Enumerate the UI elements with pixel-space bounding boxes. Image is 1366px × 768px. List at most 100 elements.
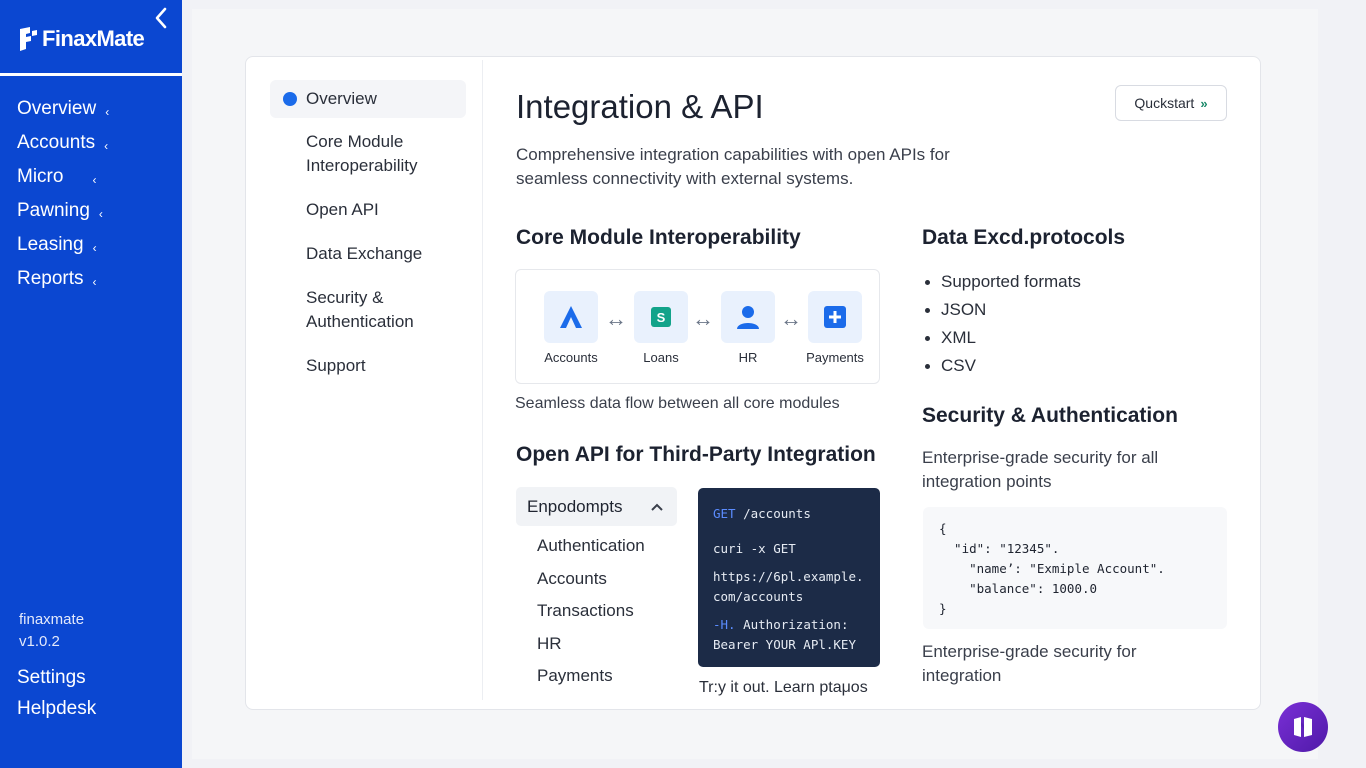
assistant-fab-button[interactable] [1278, 702, 1328, 752]
accounts-logo-icon [544, 291, 598, 343]
brand-logo[interactable]: FinaxMate [17, 25, 145, 53]
open-api-heading: Open API for Third-Party Integration [516, 443, 876, 466]
section-nav-support[interactable]: Support [270, 354, 466, 378]
page-title: Integration & API [516, 88, 764, 125]
section-nav-overview[interactable]: Overview [270, 80, 466, 118]
sidebar-item-reports[interactable]: Reports ‹ [17, 262, 177, 296]
sidebar-item-accounts[interactable]: Accounts ‹ [17, 126, 177, 160]
svg-text:S: S [657, 310, 666, 325]
caret-icon: ‹ [105, 105, 110, 119]
endpoint-item-hr[interactable]: HR [537, 632, 645, 665]
list-item: XML [922, 326, 1081, 354]
endpoint-item-accounts[interactable]: Accounts [537, 567, 645, 600]
settings-link[interactable]: Settings [17, 667, 86, 689]
caret-icon: ‹ [92, 275, 97, 289]
code-flag: -H. [713, 617, 736, 632]
list-item: CSV [922, 354, 1081, 382]
section-nav-label: Overview [306, 89, 377, 108]
security-footer-text: Enterprise-grade security for integratio… [922, 642, 1137, 685]
bidirectional-arrow-icon: ↔ [780, 306, 802, 331]
bidirectional-arrow-icon: ↔ [605, 306, 627, 331]
plus-square-icon [808, 291, 862, 343]
module-payments[interactable]: Payments [800, 291, 870, 365]
section-divider [482, 60, 483, 700]
section-nav-label: Core Module Interoperability [306, 132, 418, 175]
code-line: Bearer YOUR APl.KEY [713, 637, 856, 652]
loans-dollar-icon: S [634, 291, 688, 343]
app-name: finaxmate [19, 611, 85, 628]
finaxmate-logo-icon [20, 27, 37, 51]
module-accounts[interactable]: Accounts [536, 291, 606, 365]
page-intro: Comprehensive integration capabilities w… [516, 145, 950, 188]
section-nav-data-exchange[interactable]: Data Exchange [270, 242, 466, 266]
module-flow-caption: Seamless data flow between all core modu… [515, 395, 840, 412]
active-dot-icon [283, 92, 297, 106]
api-code-sample: GET /accounts curi -x GET https://6pl.ex… [698, 488, 880, 667]
sidebar-item-label: Overview [17, 98, 97, 119]
sidebar-item-label: Micro [17, 166, 64, 187]
supported-formats-list: Supported formats JSON XML CSV [922, 270, 1081, 382]
section-nav-security[interactable]: Security & Authentication [270, 286, 430, 334]
module-label: Payments [806, 350, 864, 365]
json-sample: { "id": "12345". "name’: "Exmiple Accoun… [923, 507, 1227, 629]
sidebar-item-label: Accounts [17, 132, 96, 153]
module-label: Loans [643, 350, 679, 365]
code-line: Authorization: [743, 617, 849, 632]
security-heading: Security & Authentication [922, 404, 1178, 427]
caret-icon: ‹ [92, 173, 97, 187]
sidebar-item-overview[interactable]: Overview ‹ [17, 92, 177, 126]
section-nav-core-module[interactable]: Core Module Interoperability [270, 130, 430, 178]
module-hr[interactable]: HR [713, 291, 783, 365]
sidebar-item-leasing[interactable]: Leasing ‹ [17, 228, 177, 262]
caret-icon: ‹ [98, 207, 103, 221]
code-line: curi -x GET [713, 541, 796, 556]
sidebar-nav: Overview ‹ Accounts ‹ Micro ‹ Pawning ‹ Leas… [17, 92, 177, 296]
code-line: com/accounts [713, 589, 804, 604]
module-label: Accounts [544, 350, 598, 365]
caret-icon: ‹ [104, 139, 109, 153]
sidebar-item-label: Pawning [17, 200, 90, 221]
sidebar-item-pawning[interactable]: Pawning ‹ [17, 194, 177, 228]
chevron-up-icon [651, 503, 663, 511]
app-version: v1.0.2 [19, 633, 60, 650]
module-loans[interactable]: S Loans [626, 291, 696, 365]
section-nav-label: Open API [306, 200, 379, 219]
section-nav: Overview Core Module Interoperability Op… [270, 80, 466, 378]
sidebar-item-micro[interactable]: Micro ‹ [17, 160, 177, 194]
endpoints-list: Authentication Accounts Transactions HR … [537, 534, 645, 697]
module-flow-diagram: Accounts ↔ S Loans ↔ HR ↔ Payments [515, 269, 880, 384]
sidebar-item-label: Reports [17, 268, 84, 289]
helpdesk-link[interactable]: Helpdesk [17, 698, 96, 720]
app-version-info: finaxmate v1.0.2 [19, 609, 84, 653]
collapse-sidebar-icon[interactable] [153, 6, 169, 30]
endpoints-label: Enpodompts [527, 496, 623, 516]
endpoint-item-payments[interactable]: Payments [537, 664, 645, 697]
sidebar-item-label: Leasing [17, 234, 84, 255]
person-icon [721, 291, 775, 343]
endpoints-dropdown[interactable]: Enpodompts [516, 487, 677, 526]
double-chevron-right-icon: » [1200, 95, 1208, 111]
bidirectional-arrow-icon: ↔ [692, 306, 714, 331]
section-nav-open-api[interactable]: Open API [270, 198, 466, 222]
data-exchange-heading: Data Excd.protocols [922, 226, 1126, 249]
core-module-heading: Core Module Interoperability [516, 226, 801, 249]
caret-icon: ‹ [92, 241, 97, 255]
endpoint-item-authentication[interactable]: Authentication [537, 534, 645, 567]
endpoint-item-transactions[interactable]: Transactions [537, 599, 645, 632]
list-item: JSON [922, 298, 1081, 326]
code-path: /accounts [743, 506, 811, 521]
quickstart-label: Quckstart [1134, 95, 1195, 111]
module-label: HR [738, 350, 758, 365]
security-description: Enterprise-grade security for all integr… [922, 448, 1159, 491]
quickstart-button[interactable]: Quckstart » [1115, 85, 1227, 121]
section-nav-label: Data Exchange [306, 244, 423, 263]
try-it-link[interactable]: Tr:y it out. Learn ptaμos [699, 679, 868, 697]
section-nav-label: Security & Authentication [306, 288, 414, 331]
list-item: Supported formats [922, 270, 1081, 298]
section-nav-label: Support [306, 356, 366, 375]
assistant-logo-icon [1294, 717, 1312, 737]
brand-name: FinaxMate [42, 26, 145, 51]
sidebar: FinaxMate Overview ‹ Accounts ‹ Micro ‹ Paw… [0, 0, 182, 768]
http-method: GET [713, 506, 736, 521]
sidebar-divider [0, 73, 182, 76]
